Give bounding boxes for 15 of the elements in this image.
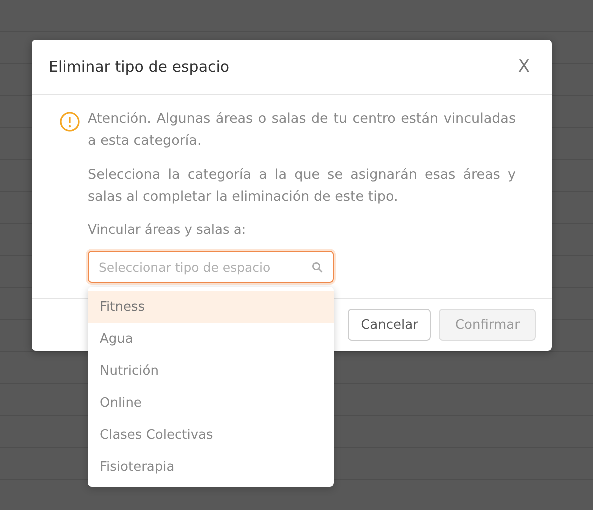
dropdown-option[interactable]: Fitness — [88, 291, 334, 323]
field-label: Vincular áreas y salas a: — [88, 223, 246, 238]
dialog-title: Eliminar tipo de espacio — [49, 58, 230, 76]
cancel-button[interactable]: Cancelar — [348, 309, 432, 341]
close-button[interactable]: X — [514, 57, 534, 77]
warning-text: Atención. Algunas áreas o salas de tu centro están vinculadas a esta categoría. — [88, 110, 516, 151]
search-icon — [312, 262, 323, 273]
dropdown-option[interactable]: Fisioterapia — [88, 451, 334, 483]
dropdown-option[interactable]: Agua — [88, 323, 334, 355]
warning-icon — [60, 112, 80, 132]
instruction-text: Selecciona la categoría a la que se asignarán esas áreas y salas al completar la eliminación de este tipo. — [87, 166, 516, 207]
dropdown-option[interactable]: Nutrición — [88, 355, 334, 387]
dropdown-option[interactable]: Online — [88, 387, 334, 419]
dropdown-option[interactable]: Clases Colectivas — [88, 419, 334, 451]
search-field[interactable]: Seleccionar tipo de espacio — [88, 251, 334, 283]
